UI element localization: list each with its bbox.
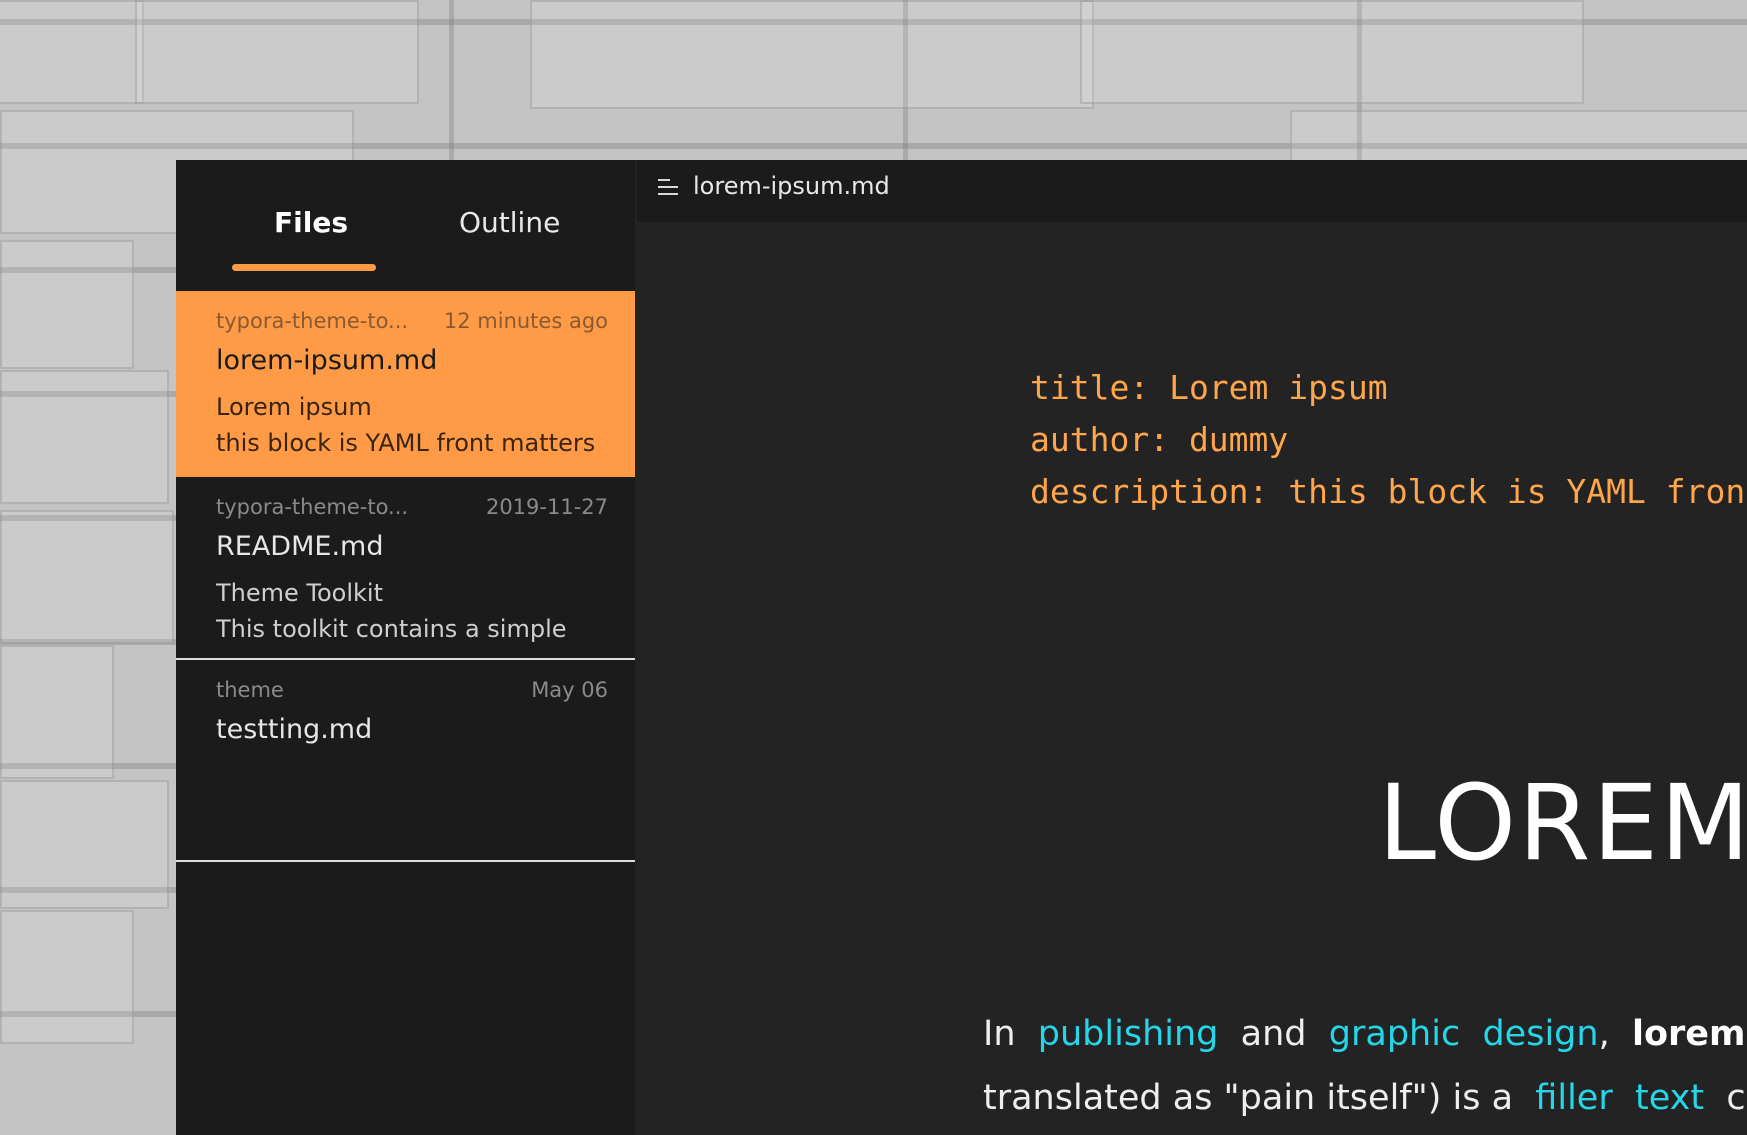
file-name-base: lorem-ipsum [216, 345, 386, 376]
file-preview: Lorem ipsum this block is YAML front mat… [216, 393, 596, 457]
tab-outline[interactable]: Outline [459, 206, 560, 239]
paragraph-text: , [1598, 1014, 1610, 1054]
link-text: graphic [1328, 1014, 1461, 1054]
file-modified-time: 12 minutes ago [443, 309, 608, 333]
wall-brick [1290, 110, 1747, 164]
file-name-base: README [216, 531, 332, 562]
wall-brick [0, 910, 134, 1044]
file-name: lorem-ipsum.md [216, 345, 437, 376]
active-tab-indicator [232, 264, 376, 271]
typora-window: Files Outline typora-theme-to... 12 minu… [176, 160, 1747, 1135]
link-publishing[interactable]: publishing [1038, 1014, 1219, 1054]
paragraph-text: and [1240, 1014, 1307, 1054]
paragraph-text: translated as "pain itself") is a [983, 1078, 1514, 1118]
file-name: testting.md [216, 714, 372, 745]
outline-menu-icon[interactable] [657, 176, 679, 198]
yaml-line: description: this block is YAML front m [1030, 472, 1747, 511]
yaml-line: author: dummy [1030, 420, 1289, 459]
wall-brick [0, 370, 169, 504]
wall-brick [0, 780, 169, 909]
file-name: README.md [216, 531, 383, 562]
bold-text: lorem ip [1631, 1014, 1747, 1054]
paragraph-line: translated as "pain itself") is a filler… [983, 1066, 1747, 1130]
file-name-ext: .md [331, 531, 384, 562]
sidebar-tabs: Files Outline [176, 160, 635, 291]
document-paragraph: In publishing and graphic design, lorem … [983, 1002, 1747, 1130]
file-folder: theme [216, 678, 284, 702]
wall-brick [0, 645, 114, 779]
file-folder: typora-theme-to... [216, 309, 409, 333]
tab-files[interactable]: Files [274, 206, 348, 239]
file-list-item-readme[interactable]: typora-theme-to... 2019-11-27 README.md … [176, 477, 635, 658]
sidebar: Files Outline typora-theme-to... 12 minu… [176, 160, 635, 1135]
file-name-base: testting [216, 714, 321, 745]
file-name-ext: .md [320, 714, 373, 745]
file-preview: Theme Toolkit This toolkit contains a si… [216, 579, 567, 643]
wall-brick [1080, 0, 1584, 104]
wall-brick [0, 0, 144, 104]
file-list-item-lorem-ipsum[interactable]: typora-theme-to... 12 minutes ago lorem-… [176, 291, 635, 477]
document-title: lorem-ipsum.md [693, 172, 890, 200]
file-modified-time: May 06 [531, 678, 608, 702]
title-bar: lorem-ipsum.md [637, 160, 1747, 222]
wall-brick [0, 240, 134, 369]
wall-brick [0, 510, 174, 644]
editor-area[interactable]: title: Lorem ipsum author: dummy descripti… [637, 222, 1747, 1135]
file-name-ext: .md [385, 345, 438, 376]
document-heading: LOREM [1378, 762, 1747, 884]
link-text: text [1634, 1078, 1705, 1118]
link-text: design [1482, 1014, 1599, 1054]
file-modified-time: 2019-11-27 [485, 495, 608, 519]
link-graphic-design[interactable]: graphic design [1329, 1014, 1599, 1054]
file-list-divider [176, 860, 635, 862]
link-text: filler [1535, 1078, 1613, 1118]
yaml-front-matter[interactable]: title: Lorem ipsum author: dummy descripti… [1030, 362, 1747, 518]
paragraph-text: com [1726, 1078, 1747, 1118]
link-filler-text[interactable]: filler text [1535, 1078, 1704, 1118]
file-list-item-testting[interactable]: theme May 06 testting.md [176, 660, 635, 860]
paragraph-line: In publishing and graphic design, lorem … [983, 1002, 1747, 1066]
file-folder: typora-theme-to... [216, 495, 409, 519]
wall-brick [135, 0, 419, 104]
paragraph-text: In [983, 1014, 1016, 1054]
yaml-line: title: Lorem ipsum [1030, 368, 1388, 407]
wall-brick [530, 0, 1094, 109]
